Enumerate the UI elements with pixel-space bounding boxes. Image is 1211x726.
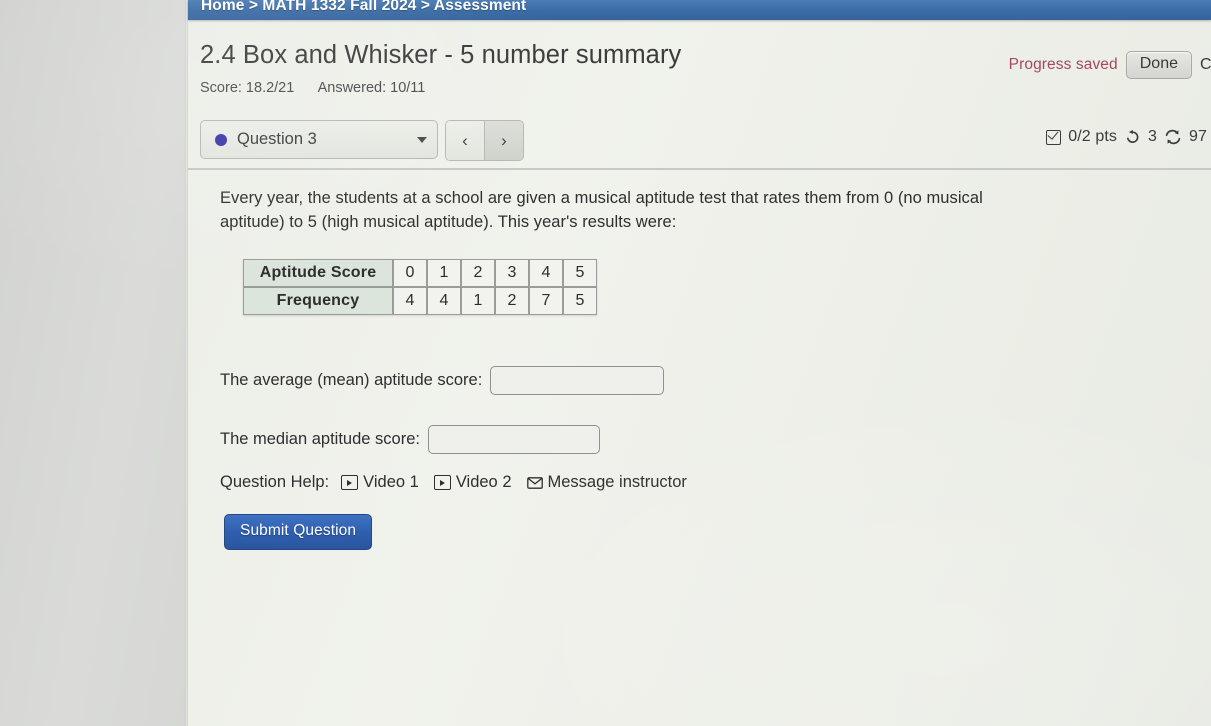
video-1-link[interactable]: Video 1 (341, 473, 419, 492)
page-title: 2.4 Box and Whisker - 5 number summary (200, 41, 682, 69)
question-toolbar: Question 3 ‹ › 0/2 pts 3 97 (188, 116, 1211, 170)
cycle-arrows-icon (1164, 129, 1182, 145)
undo-arrow-icon (1124, 129, 1141, 145)
question-help-label: Question Help: (220, 473, 330, 491)
progress-saved-text: Progress saved (1008, 56, 1118, 73)
done-button[interactable]: Done (1125, 51, 1192, 79)
clipped-right-control[interactable]: C (1200, 56, 1211, 74)
row-header-frequency: Frequency (243, 287, 393, 315)
submit-question-button[interactable]: Submit Question (224, 514, 373, 550)
question-nav-group: ‹ › (445, 120, 524, 161)
video-play-icon (433, 475, 451, 490)
video-2-link[interactable]: Video 2 (433, 473, 512, 492)
screen-root: Home > MATH 1332 Fall 2024 > Assessment … (0, 0, 1211, 726)
frequency-table: Aptitude Score 0 1 2 3 4 5 Frequency 4 4… (243, 259, 597, 315)
aptitude-score-cell: 0 (393, 259, 427, 287)
aptitude-score-cell: 4 (529, 259, 563, 287)
answered-label: Answered: 10/11 (317, 80, 426, 96)
question-status-dot-icon (215, 133, 227, 146)
frequency-cell: 4 (427, 287, 461, 315)
aptitude-score-cell: 1 (427, 259, 461, 287)
row-header-aptitude-score: Aptitude Score (243, 259, 393, 287)
envelope-icon (526, 476, 543, 489)
score-summary: Score: 18.2/21 Answered: 10/11 (200, 80, 425, 96)
mean-answer-label: The average (mean) aptitude score: (220, 371, 483, 389)
frequency-cell: 5 (563, 287, 597, 315)
frequency-cell: 7 (529, 287, 563, 315)
mean-answer-input[interactable] (490, 366, 665, 395)
aptitude-score-cell: 3 (495, 259, 529, 287)
question-selector-label: Question 3 (237, 130, 317, 148)
next-question-button[interactable]: › (484, 121, 523, 160)
frequency-cell: 4 (393, 287, 427, 315)
aptitude-score-cell: 2 (461, 259, 495, 287)
message-instructor-label: Message instructor (547, 473, 687, 491)
mean-answer-row: The average (mean) aptitude score: (220, 366, 665, 395)
median-answer-input[interactable] (427, 425, 600, 454)
points-label: 0/2 pts (1068, 128, 1117, 145)
aptitude-score-cell: 5 (563, 259, 597, 287)
video-1-label: Video 1 (363, 473, 419, 491)
chevron-down-icon (417, 136, 427, 143)
checkbox-checked-icon (1046, 129, 1062, 145)
breadcrumb-bar: Home > MATH 1332 Fall 2024 > Assessment (188, 0, 1211, 20)
video-2-label: Video 2 (455, 473, 512, 491)
question-meta-group: 0/2 pts 3 97 (1046, 128, 1211, 146)
video-play-icon (341, 475, 359, 490)
previous-question-button[interactable]: ‹ (446, 121, 484, 160)
progress-area: Progress saved Done C (1009, 51, 1211, 79)
table-row: Aptitude Score 0 1 2 3 4 5 (243, 259, 597, 287)
table-row: Frequency 4 4 1 2 7 5 (243, 287, 597, 315)
question-help-row: Question Help: Video 1 Video 2 Message i… (220, 473, 702, 492)
median-answer-label: The median aptitude score: (220, 430, 420, 448)
question-prompt: Every year, the students at a school are… (220, 189, 983, 232)
question-selector-dropdown[interactable]: Question 3 (200, 120, 438, 159)
breadcrumb[interactable]: Home > MATH 1332 Fall 2024 > Assessment (201, 0, 526, 15)
attempts-count: 3 (1148, 128, 1157, 145)
content-area: Home > MATH 1332 Fall 2024 > Assessment … (188, 0, 1211, 726)
frequency-cell: 1 (461, 287, 495, 315)
retries-count-clipped: 97 (1189, 128, 1207, 145)
message-instructor-link[interactable]: Message instructor (526, 473, 687, 492)
left-gutter (0, 0, 187, 726)
score-label: Score: 18.2/21 (200, 80, 295, 96)
median-answer-row: The median aptitude score: (220, 425, 600, 454)
frequency-cell: 2 (495, 287, 529, 315)
